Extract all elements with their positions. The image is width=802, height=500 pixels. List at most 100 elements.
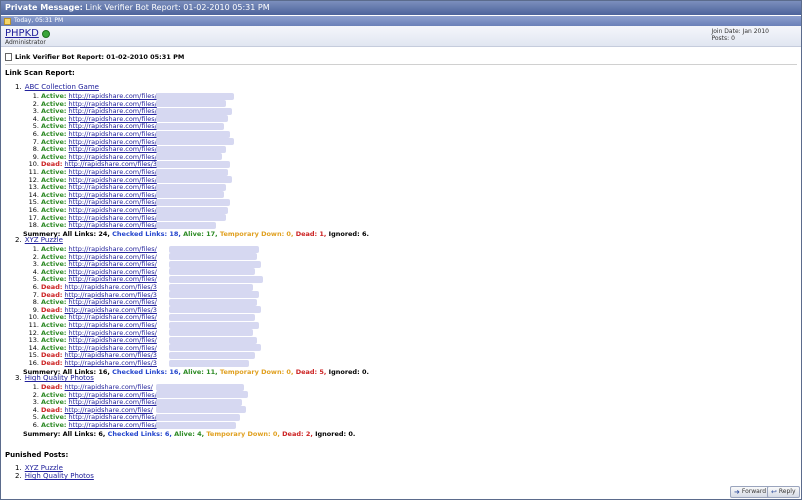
redacted-link-part xyxy=(156,206,228,214)
link-status: Active: xyxy=(41,421,67,429)
join-date: Join Date: Jan 2010 xyxy=(711,28,769,35)
redacted-link-part xyxy=(156,383,244,391)
date-bar: Today, 05:31 PM xyxy=(1,16,801,26)
summary-alive: Alive: 11, xyxy=(183,367,218,376)
message-icon xyxy=(5,53,12,61)
group-num: 1. xyxy=(15,83,22,91)
pm-window: Private Message: Link Verifier Bot Repor… xyxy=(0,0,802,500)
redacted-link-part xyxy=(156,421,236,429)
message-title: Link Verifier Bot Report: 01-02-2010 05:… xyxy=(5,53,184,61)
link-url[interactable]: http://rapidshare.com/files/3 xyxy=(65,359,157,367)
redacted-link-part xyxy=(169,298,257,306)
post-date: Today, 05:31 PM xyxy=(14,17,64,24)
summary-ignored: Ignored: 6. xyxy=(328,229,369,238)
reply-icon: ↩ xyxy=(771,488,777,496)
group-title-link[interactable]: High Quality Photos xyxy=(25,374,94,382)
redacted-link-part xyxy=(169,291,259,299)
redacted-link-part xyxy=(156,406,246,414)
redacted-link-part xyxy=(156,398,242,406)
group-title-link[interactable]: ABC Collection Game xyxy=(25,83,99,91)
link-row: 6. Active: http://rapidshare.com/files/ xyxy=(23,421,157,429)
redacted-link-part xyxy=(156,130,230,138)
redacted-link-part xyxy=(156,92,234,100)
redacted-link-part xyxy=(169,245,259,253)
forward-icon: ➜ xyxy=(734,488,740,496)
redacted-link-part xyxy=(169,275,263,283)
post-count: Posts: 0 xyxy=(711,35,735,42)
punished-item-num: 2. xyxy=(15,472,22,480)
username-text[interactable]: PHPKD xyxy=(5,28,39,39)
summary-temp-down: Temporary Down: 0, xyxy=(206,429,280,438)
redacted-link-part xyxy=(156,115,228,123)
redacted-link-part xyxy=(169,351,255,359)
summary-temp-down: Temporary Down: 0, xyxy=(219,367,294,376)
group-summary: Summery: All Links: 6, Checked Links: 6,… xyxy=(23,430,355,438)
link-num: 6. xyxy=(32,421,39,429)
user-info: Join Date: Jan 2010 Posts: 0 xyxy=(711,28,769,42)
redacted-link-part xyxy=(156,413,240,421)
user-bar: PHPKD Administrator Join Date: Jan 2010 … xyxy=(1,26,801,47)
title-prefix: Private Message: xyxy=(5,3,83,12)
link-row: 16. Dead: http://rapidshare.com/files/3 xyxy=(23,359,157,367)
summary-alive: Alive: 4, xyxy=(174,429,205,438)
report-group-heading: 1. ABC Collection Game xyxy=(15,83,99,91)
link-url[interactable]: http://rapidshare.com/files/ xyxy=(69,421,157,429)
redacted-link-part xyxy=(169,253,257,261)
punished-item-link[interactable]: High Quality Photos xyxy=(25,472,94,480)
forward-label: Forward xyxy=(741,488,767,495)
link-url[interactable]: http://rapidshare.com/files/ xyxy=(69,221,157,229)
punished-item-link[interactable]: XYZ Puzzle xyxy=(25,464,63,472)
username-link[interactable]: PHPKD xyxy=(5,28,50,39)
redacted-link-part xyxy=(169,344,261,352)
link-status: Dead: xyxy=(41,359,63,367)
redacted-link-part xyxy=(169,321,259,329)
redacted-link-part xyxy=(156,138,234,146)
redacted-link-part xyxy=(156,183,226,191)
reply-button[interactable]: ↩ Reply xyxy=(767,486,800,498)
reply-label: Reply xyxy=(778,488,796,495)
redacted-link-part xyxy=(156,168,228,176)
link-status: Active: xyxy=(41,221,67,230)
punished-item: 2. High Quality Photos xyxy=(15,472,94,480)
summary-checked: Checked Links: 6, xyxy=(107,429,172,438)
redacted-link-part xyxy=(169,359,249,367)
redacted-link-part xyxy=(169,306,261,314)
redacted-link-part xyxy=(156,160,230,168)
redacted-link-part xyxy=(156,122,224,130)
summary-temp-down: Temporary Down: 0, xyxy=(219,229,294,238)
redacted-link-part xyxy=(156,391,248,399)
report-group-heading: 3. High Quality Photos xyxy=(15,374,94,382)
redacted-link-part xyxy=(156,221,216,229)
link-row: 18. Active: http://rapidshare.com/files/ xyxy=(23,221,157,229)
title-bar: Private Message: Link Verifier Bot Repor… xyxy=(1,1,801,15)
redacted-link-part xyxy=(156,145,226,153)
summary-dead: Dead: 1, xyxy=(295,229,327,238)
redacted-link-part xyxy=(169,283,253,291)
redacted-link-part xyxy=(169,336,257,344)
redacted-link-part xyxy=(156,100,226,108)
redacted-link-part xyxy=(156,153,222,161)
summary-checked: Checked Links: 18, xyxy=(112,229,181,238)
forward-button[interactable]: ➜ Forward xyxy=(730,486,771,498)
redacted-link-part xyxy=(156,198,230,206)
redacted-link-part xyxy=(169,260,261,268)
link-num: 18. xyxy=(28,221,39,230)
message-title-text: Link Verifier Bot Report: 01-02-2010 05:… xyxy=(15,53,185,61)
post-icon xyxy=(4,17,11,25)
online-status-icon xyxy=(41,29,50,38)
group-num: 2. xyxy=(15,236,22,244)
group-num: 3. xyxy=(15,374,22,382)
redacted-link-part xyxy=(156,214,226,222)
redacted-link-part xyxy=(169,268,255,276)
summary-ignored: Ignored: 0. xyxy=(328,367,369,376)
user-title: Administrator xyxy=(5,39,46,46)
title-text: Link Verifier Bot Report: 01-02-2010 05:… xyxy=(85,3,270,12)
punished-heading: Punished Posts: xyxy=(5,451,69,459)
summary-dead: Dead: 5, xyxy=(295,367,327,376)
group-title-link[interactable]: XYZ Puzzle xyxy=(25,236,63,244)
summary-ignored: Ignored: 0. xyxy=(315,429,356,438)
redacted-link-part xyxy=(169,313,255,321)
redacted-link-part xyxy=(156,191,224,199)
summary-alive: Alive: 17, xyxy=(183,229,218,238)
redacted-link-part xyxy=(169,329,253,337)
